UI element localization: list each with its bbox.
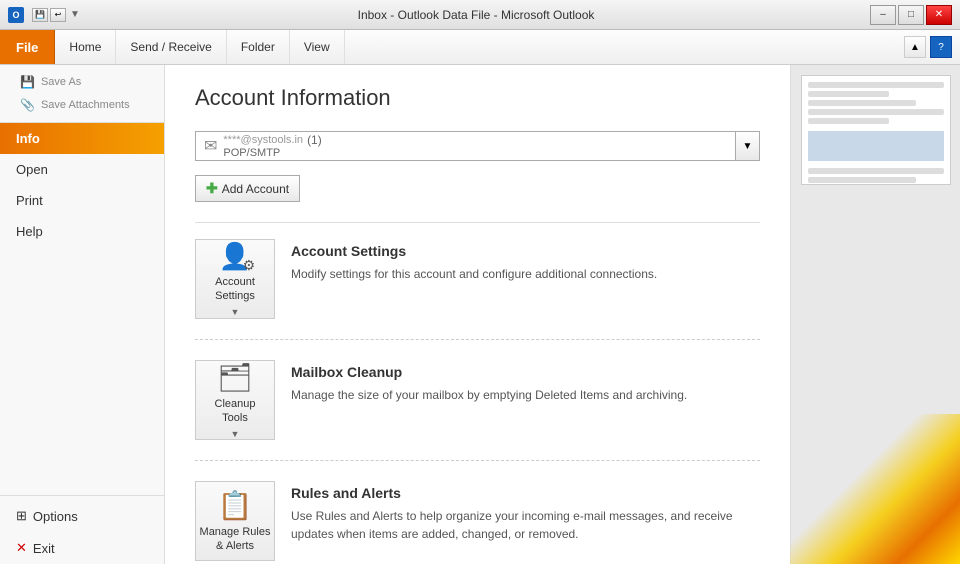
sidebar-item-open[interactable]: Open — [0, 154, 164, 185]
ribbon-right: ▲ ? — [896, 30, 960, 64]
section-divider-top — [195, 222, 760, 223]
rules-icon-box[interactable]: 📋 Manage Rules& Alerts — [195, 481, 275, 561]
account-settings-icon-box[interactable]: 👤 ⚙ AccountSettings ▼ — [195, 239, 275, 319]
send-receive-tab[interactable]: Send / Receive — [116, 30, 226, 64]
title-bar: O 💾 ↩ ▼ Inbox - Outlook Data File - Micr… — [0, 0, 960, 30]
account-type: POP/SMTP — [223, 147, 321, 159]
save-attachments-item[interactable]: 📎 Save Attachments — [12, 94, 152, 116]
fake-line-6 — [808, 168, 944, 174]
home-tab[interactable]: Home — [55, 30, 116, 64]
fake-line-3 — [808, 100, 917, 106]
fake-line-1 — [808, 82, 944, 88]
sidebar-item-print[interactable]: Print — [0, 185, 164, 216]
account-email: ****@systools.in — [223, 134, 303, 146]
file-tab[interactable]: File — [0, 30, 55, 64]
account-settings-dropdown-arrow: ▼ — [231, 307, 240, 317]
account-dropdown-arrow[interactable]: ▼ — [736, 131, 760, 161]
quick-undo-btn[interactable]: ↩ — [50, 8, 66, 22]
quick-dropdown-btn[interactable]: ▼ — [68, 8, 82, 22]
sidebar-item-help[interactable]: Help — [0, 216, 164, 247]
quick-save-btn[interactable]: 💾 — [32, 8, 48, 22]
preview-image — [801, 75, 951, 185]
rules-alerts-card: 📋 Manage Rules& Alerts Rules and Alerts … — [195, 481, 760, 564]
add-account-button[interactable]: ✚ Add Account — [195, 175, 300, 202]
cleanup-icon-box[interactable]: 🗂 CleanupTools ▼ — [195, 360, 275, 440]
view-tab[interactable]: View — [290, 30, 345, 64]
cleanup-icon: 🗂 — [217, 361, 253, 394]
ribbon-help-btn[interactable]: ? — [930, 36, 952, 58]
window-controls: – □ ✕ — [870, 5, 952, 25]
account-input-box[interactable]: ✉ ****@systools.in (1) POP/SMTP — [195, 131, 736, 161]
account-settings-title: Account Settings — [291, 243, 657, 259]
app-icon: O — [8, 7, 24, 23]
preview-content — [802, 76, 950, 185]
account-envelope-icon: ✉ — [204, 136, 217, 156]
exit-icon: ✕ — [16, 540, 27, 556]
cleanup-desc: Manage the size of your mailbox by empty… — [291, 386, 687, 404]
folder-tab[interactable]: Folder — [227, 30, 290, 64]
rules-icon-label: Manage Rules& Alerts — [200, 526, 271, 552]
decorative-gradient — [790, 414, 960, 564]
sidebar-bottom: ⊞ Options ✕ Exit — [0, 491, 164, 564]
page-title: Account Information — [195, 85, 760, 111]
main-layout: 💾 Save As 📎 Save Attachments Info Open P… — [0, 65, 960, 564]
content-area: Account Information ✉ ****@systools.in (… — [165, 65, 790, 564]
cleanup-icon-label: CleanupTools — [215, 398, 256, 424]
account-settings-desc: Modify settings for this account and con… — [291, 265, 657, 283]
minimize-btn[interactable]: – — [870, 5, 896, 25]
account-settings-icon-label: AccountSettings — [215, 276, 255, 302]
fake-preview-blue — [808, 131, 944, 161]
exit-item[interactable]: ✕ Exit — [0, 532, 164, 564]
rules-title: Rules and Alerts — [291, 485, 760, 501]
mailbox-cleanup-card: 🗂 CleanupTools ▼ Mailbox Cleanup Manage … — [195, 360, 760, 461]
save-as-item[interactable]: 💾 Save As — [12, 71, 152, 93]
close-btn[interactable]: ✕ — [926, 5, 952, 25]
fake-line-7 — [808, 177, 917, 183]
ribbon-up-btn[interactable]: ▲ — [904, 36, 926, 58]
add-account-label: Add Account — [222, 182, 289, 196]
cleanup-dropdown-arrow: ▼ — [231, 429, 240, 439]
cleanup-title: Mailbox Cleanup — [291, 364, 687, 380]
account-selector: ✉ ****@systools.in (1) POP/SMTP ▼ — [195, 131, 760, 161]
attachment-icon: 📎 — [20, 98, 35, 112]
sidebar: 💾 Save As 📎 Save Attachments Info Open P… — [0, 65, 165, 564]
maximize-btn[interactable]: □ — [898, 5, 924, 25]
options-icon: ⊞ — [16, 508, 27, 524]
fake-line-4 — [808, 109, 944, 115]
save-icon: 💾 — [20, 75, 35, 89]
sidebar-item-info[interactable]: Info — [0, 123, 164, 154]
account-count: (1) — [307, 133, 322, 147]
window-title: Inbox - Outlook Data File - Microsoft Ou… — [82, 8, 870, 22]
rules-icon: 📋 — [218, 489, 253, 522]
options-item[interactable]: ⊞ Options — [0, 500, 164, 532]
preview-panel — [790, 65, 960, 564]
account-settings-text: Account Settings Modify settings for thi… — [291, 239, 657, 283]
rules-desc: Use Rules and Alerts to help organize yo… — [291, 507, 760, 543]
cleanup-text: Mailbox Cleanup Manage the size of your … — [291, 360, 687, 404]
ribbon: File Home Send / Receive Folder View ▲ ? — [0, 30, 960, 65]
fake-line-5 — [808, 118, 890, 124]
add-plus-icon: ✚ — [206, 180, 218, 197]
account-settings-card: 👤 ⚙ AccountSettings ▼ Account Settings M… — [195, 239, 760, 340]
fake-line-2 — [808, 91, 890, 97]
rules-text: Rules and Alerts Use Rules and Alerts to… — [291, 481, 760, 543]
content-inner: Account Information ✉ ****@systools.in (… — [165, 65, 790, 564]
account-settings-icon: 👤 ⚙ — [219, 241, 251, 272]
